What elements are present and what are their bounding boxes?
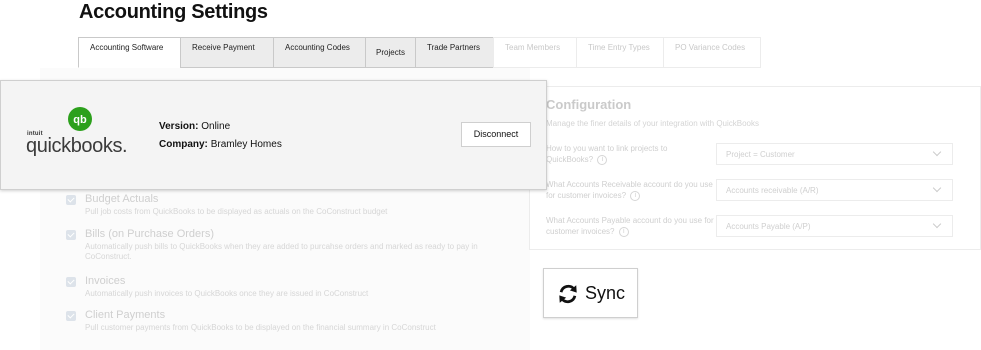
disconnect-button[interactable]: Disconnect [461,122,531,147]
company-value: Bramley Homes [210,139,282,150]
sync-option-description: Pull customer payments from QuickBooks t… [85,323,436,332]
quickbooks-logo: qb intuit quickbooks. [26,107,138,159]
sync-button-label: Sync [585,283,626,303]
tab-team-members: Team Members [493,37,577,68]
info-icon[interactable]: i [597,154,608,165]
select-value: Project = Customer [726,150,795,159]
sync-option-title: Invoices [85,275,126,287]
sync-option-title: Bills (on Purchase Orders) [85,228,214,240]
tab-time-entry-types: Time Entry Types [576,37,664,68]
tab-projects[interactable]: Projects [365,37,416,68]
quickbooks-wordmark: quickbooks. [26,135,128,157]
configuration-subtitle: Manage the finer details of your integra… [546,119,760,128]
chevron-down-icon [932,147,942,157]
config-question-label: What Accounts Payable account do you use… [546,216,714,236]
sync-icon [559,284,577,304]
config-question-accounts-receivable: What Accounts Receivable account do you … [546,179,716,201]
sync-option-title: Budget Actuals [85,193,159,205]
chevron-down-icon [932,219,942,229]
tab-po-variance-codes: PO Variance Codes [663,37,761,68]
sync-option-description: Automatically push bills to QuickBooks w… [85,242,478,261]
tab-accounting-codes[interactable]: Accounting Codes [273,37,366,68]
checkbox-invoices[interactable] [66,277,76,287]
company-label: Company: [159,139,208,150]
chevron-down-icon [932,183,942,193]
settings-tabs: Accounting Software Receive Payment Acco… [78,37,767,68]
version-label: Version: [159,121,199,132]
version-info: Version: Online [159,121,230,132]
accounts-payable-select[interactable]: Accounts Payable (A/P) [716,215,953,237]
quickbooks-badge-icon: qb [68,107,92,131]
sync-option-description: Pull job costs from QuickBooks to be dis… [85,207,388,216]
configuration-title: Configuration [546,97,632,112]
tab-accounting-software[interactable]: Accounting Software [78,37,181,68]
sync-option-title: Client Payments [85,309,166,321]
select-value: Accounts Payable (A/P) [726,222,811,231]
sync-option-description: Automatically push invoices to QuickBook… [85,289,369,298]
sync-button[interactable]: Sync [543,268,638,318]
tab-receive-payment[interactable]: Receive Payment [180,37,274,68]
checkbox-client-payments[interactable] [66,311,76,321]
config-question-accounts-payable: What Accounts Payable account do you use… [546,215,716,237]
company-info: Company: Bramley Homes [159,139,282,150]
info-icon[interactable]: i [630,190,641,201]
checkbox-bills[interactable] [66,230,76,240]
checkbox-budget-actuals[interactable] [66,195,76,205]
info-icon[interactable]: i [618,226,629,237]
page-title: Accounting Settings [79,1,268,23]
accounts-receivable-select[interactable]: Accounts receivable (A/R) [716,179,953,201]
link-projects-select[interactable]: Project = Customer [716,143,953,165]
version-value: Online [201,121,231,132]
config-question-link-projects: How to you want to link projects to Quic… [546,143,716,165]
tab-trade-partners[interactable]: Trade Partners [415,37,494,68]
quickbooks-badge-text: qb [73,114,87,126]
select-value: Accounts receivable (A/R) [726,186,819,195]
